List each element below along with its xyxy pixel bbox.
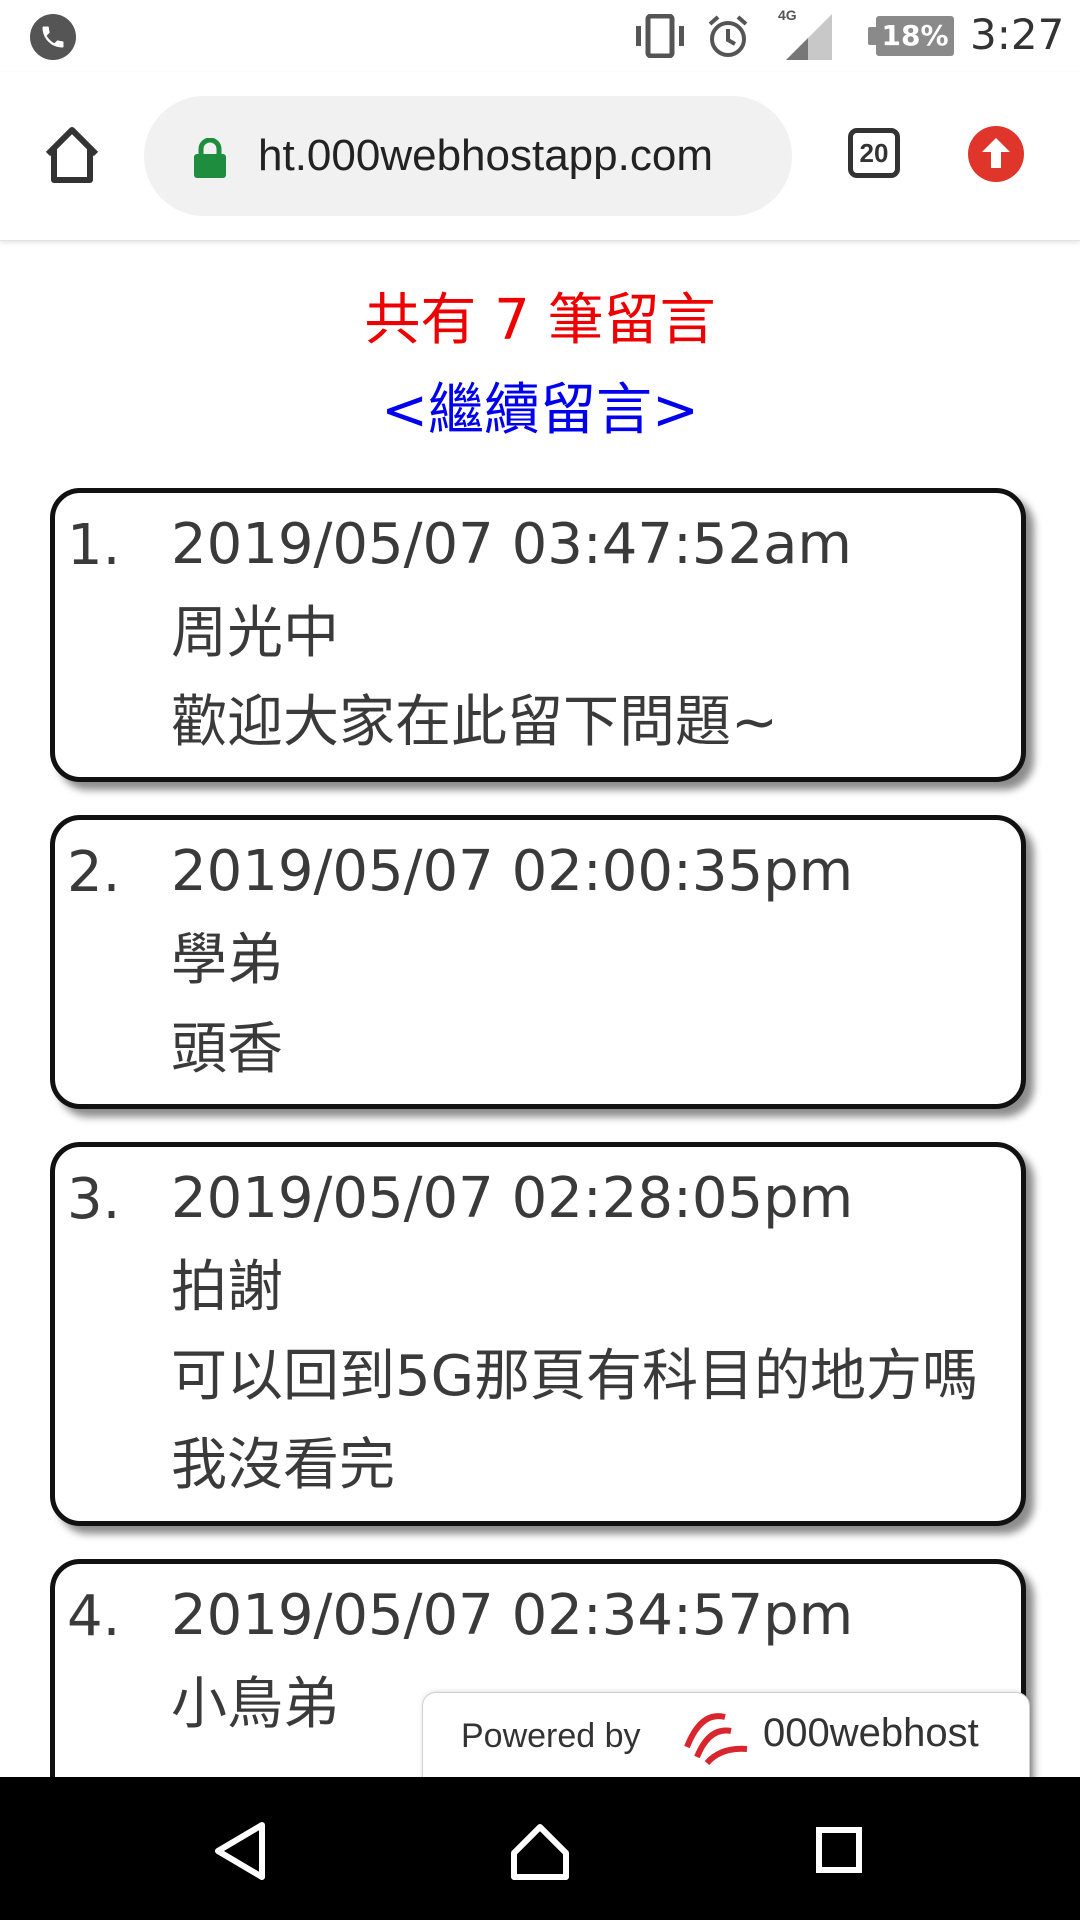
lock-icon xyxy=(192,137,228,182)
message-time: 2019/05/07 03:47:52am xyxy=(171,512,852,577)
url-text: ht.000webhostapp.com xyxy=(258,131,713,180)
message-card: 2. 2019/05/07 02:00:35pm 學弟 頭香 xyxy=(50,815,1026,1109)
powered-by-badge[interactable]: Powered by 000webhost xyxy=(422,1692,1030,1784)
message-card: 1. 2019/05/07 03:47:52am 周光中 歡迎大家在此留下問題~ xyxy=(50,488,1026,782)
vibrate-icon xyxy=(632,13,688,62)
message-number: 1. xyxy=(67,513,121,578)
powered-by-text: Powered by xyxy=(461,1717,641,1755)
webhost-logo-icon xyxy=(681,1707,753,1771)
browser-toolbar: ht.000webhostapp.com 20 xyxy=(0,72,1080,241)
continue-comment-link[interactable]: <繼續留言> xyxy=(0,365,1080,446)
status-bar: 4G 18% 3:27 xyxy=(0,0,1080,72)
message-time: 2019/05/07 02:00:35pm xyxy=(171,839,854,904)
message-number: 2. xyxy=(67,840,121,905)
message-body: 可以回到5G那頁有科目的地方嗎 我沒看完 xyxy=(171,1344,979,1498)
message-time: 2019/05/07 02:34:57pm xyxy=(171,1583,854,1648)
url-bar[interactable]: ht.000webhostapp.com xyxy=(144,96,792,216)
signal-icon: 4G xyxy=(778,6,838,66)
message-author: 拍謝 xyxy=(171,1255,283,1320)
powered-by-brand: 000webhost xyxy=(763,1711,979,1755)
battery-icon: 18% xyxy=(868,16,954,56)
alarm-icon xyxy=(704,12,752,64)
home-circle-icon[interactable] xyxy=(508,1819,572,1887)
message-number: 3. xyxy=(67,1167,121,1232)
recents-square-icon[interactable] xyxy=(816,1827,862,1873)
message-author: 學弟 xyxy=(171,928,283,993)
page-content: 共有 7 筆留言 <繼續留言> 1. 2019/05/07 03:47:52am… xyxy=(0,241,1080,1777)
phone-call-icon xyxy=(30,14,76,60)
message-author: 周光中 xyxy=(171,601,339,666)
message-body: 頭香 xyxy=(171,1017,283,1082)
message-number: 4. xyxy=(67,1584,121,1649)
message-card: 3. 2019/05/07 02:28:05pm 拍謝 可以回到5G那頁有科目的… xyxy=(50,1142,1026,1526)
battery-level: 18% xyxy=(881,19,949,52)
network-type: 4G xyxy=(778,7,797,23)
system-nav-bar xyxy=(0,1777,1080,1920)
tab-switcher-button[interactable]: 20 xyxy=(848,128,900,178)
message-body: 歡迎大家在此留下問題~ xyxy=(171,690,778,755)
back-triangle-icon[interactable] xyxy=(212,1821,268,1885)
clock: 3:27 xyxy=(970,10,1065,59)
home-icon[interactable] xyxy=(40,124,104,188)
message-time: 2019/05/07 02:28:05pm xyxy=(171,1166,854,1231)
arrow-up-icon[interactable] xyxy=(968,126,1024,182)
message-count: 共有 7 筆留言 xyxy=(364,288,716,353)
